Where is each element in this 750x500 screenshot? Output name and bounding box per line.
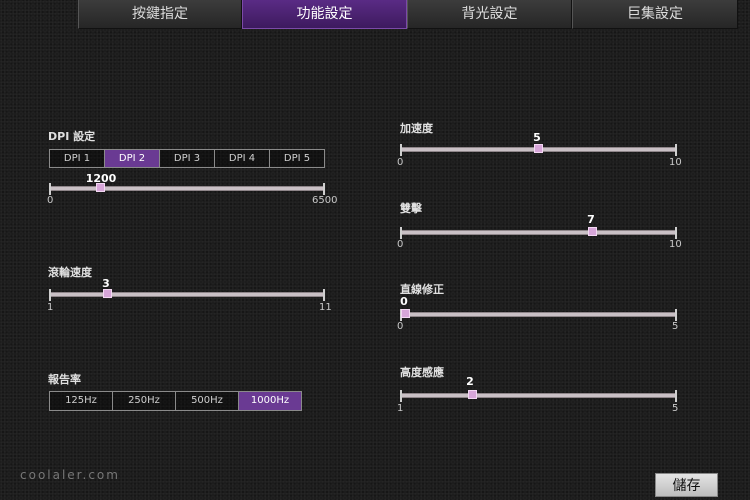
- acceleration-min: 0: [397, 157, 404, 168]
- scroll-slider-end: [323, 289, 325, 301]
- tab-function-settings[interactable]: 功能設定: [242, 0, 407, 29]
- acceleration-value: 5: [533, 131, 541, 144]
- report-250hz-button[interactable]: 250Hz: [113, 392, 176, 410]
- tab-key-assign[interactable]: 按鍵指定: [78, 0, 242, 29]
- save-button[interactable]: 儲存: [655, 473, 718, 497]
- report-500hz-button[interactable]: 500Hz: [176, 392, 239, 410]
- dblclick-slider-start: [400, 227, 402, 239]
- watermark: coolaler.com: [20, 468, 120, 482]
- dpi-slider-thumb[interactable]: [96, 183, 105, 192]
- dpi-min: 0: [47, 195, 54, 206]
- dpi-slider-start: [49, 183, 51, 195]
- report-rate-selector: 125Hz 250Hz 500Hz 1000Hz: [49, 391, 302, 411]
- accel-slider-start: [400, 144, 402, 156]
- angle-snap-value: 0: [400, 295, 408, 308]
- scroll-slider-start: [49, 289, 51, 301]
- dpi-1-button[interactable]: DPI 1: [50, 150, 105, 167]
- scroll-speed-slider-thumb[interactable]: [103, 289, 112, 298]
- scroll-speed-slider[interactable]: [49, 289, 325, 301]
- dpi-3-button[interactable]: DPI 3: [160, 150, 215, 167]
- dpi-max: 6500: [312, 195, 338, 206]
- report-1000hz-button[interactable]: 1000Hz: [239, 392, 301, 410]
- accel-slider-end: [675, 144, 677, 156]
- dpi-4-button[interactable]: DPI 4: [215, 150, 270, 167]
- dpi-5-button[interactable]: DPI 5: [270, 150, 324, 167]
- tab-macro-settings[interactable]: 巨集設定: [572, 0, 738, 29]
- tab-bar: 按鍵指定 功能設定 背光設定 巨集設定: [0, 0, 750, 30]
- lift-off-min: 1: [397, 403, 404, 414]
- lift-off-label: 高度感應: [400, 366, 444, 379]
- angle-snap-max: 5: [672, 321, 679, 332]
- dpi-2-button[interactable]: DPI 2: [105, 150, 160, 167]
- report-125hz-button[interactable]: 125Hz: [50, 392, 113, 410]
- lift-off-slider[interactable]: [400, 390, 677, 402]
- dblclick-slider-end: [675, 227, 677, 239]
- angle-snap-slider[interactable]: [400, 309, 677, 321]
- lift-off-value: 2: [466, 375, 474, 388]
- report-rate-label: 報告率: [48, 373, 81, 386]
- straight-slider-end: [675, 309, 677, 321]
- lift-off-max: 5: [672, 403, 679, 414]
- angle-snap-min: 0: [397, 321, 404, 332]
- double-click-label: 雙擊: [400, 202, 422, 215]
- lift-slider-start: [400, 390, 402, 402]
- dpi-label: DPI 設定: [48, 130, 96, 143]
- dpi-slider-end: [323, 183, 325, 195]
- angle-snap-slider-thumb[interactable]: [401, 309, 410, 318]
- lift-slider-end: [675, 390, 677, 402]
- double-click-value: 7: [587, 213, 595, 226]
- dpi-selector: DPI 1 DPI 2 DPI 3 DPI 4 DPI 5: [49, 149, 325, 168]
- double-click-min: 0: [397, 239, 404, 250]
- acceleration-slider-thumb[interactable]: [534, 144, 543, 153]
- acceleration-label: 加速度: [400, 122, 433, 135]
- tab-backlight-settings[interactable]: 背光設定: [407, 0, 572, 29]
- scroll-speed-min: 1: [47, 302, 54, 313]
- double-click-max: 10: [669, 239, 682, 250]
- lift-off-slider-thumb[interactable]: [468, 390, 477, 399]
- scroll-speed-max: 11: [319, 302, 332, 313]
- acceleration-slider[interactable]: [400, 144, 677, 156]
- acceleration-max: 10: [669, 157, 682, 168]
- double-click-slider[interactable]: [400, 227, 677, 239]
- dpi-slider[interactable]: [49, 183, 325, 195]
- double-click-slider-thumb[interactable]: [588, 227, 597, 236]
